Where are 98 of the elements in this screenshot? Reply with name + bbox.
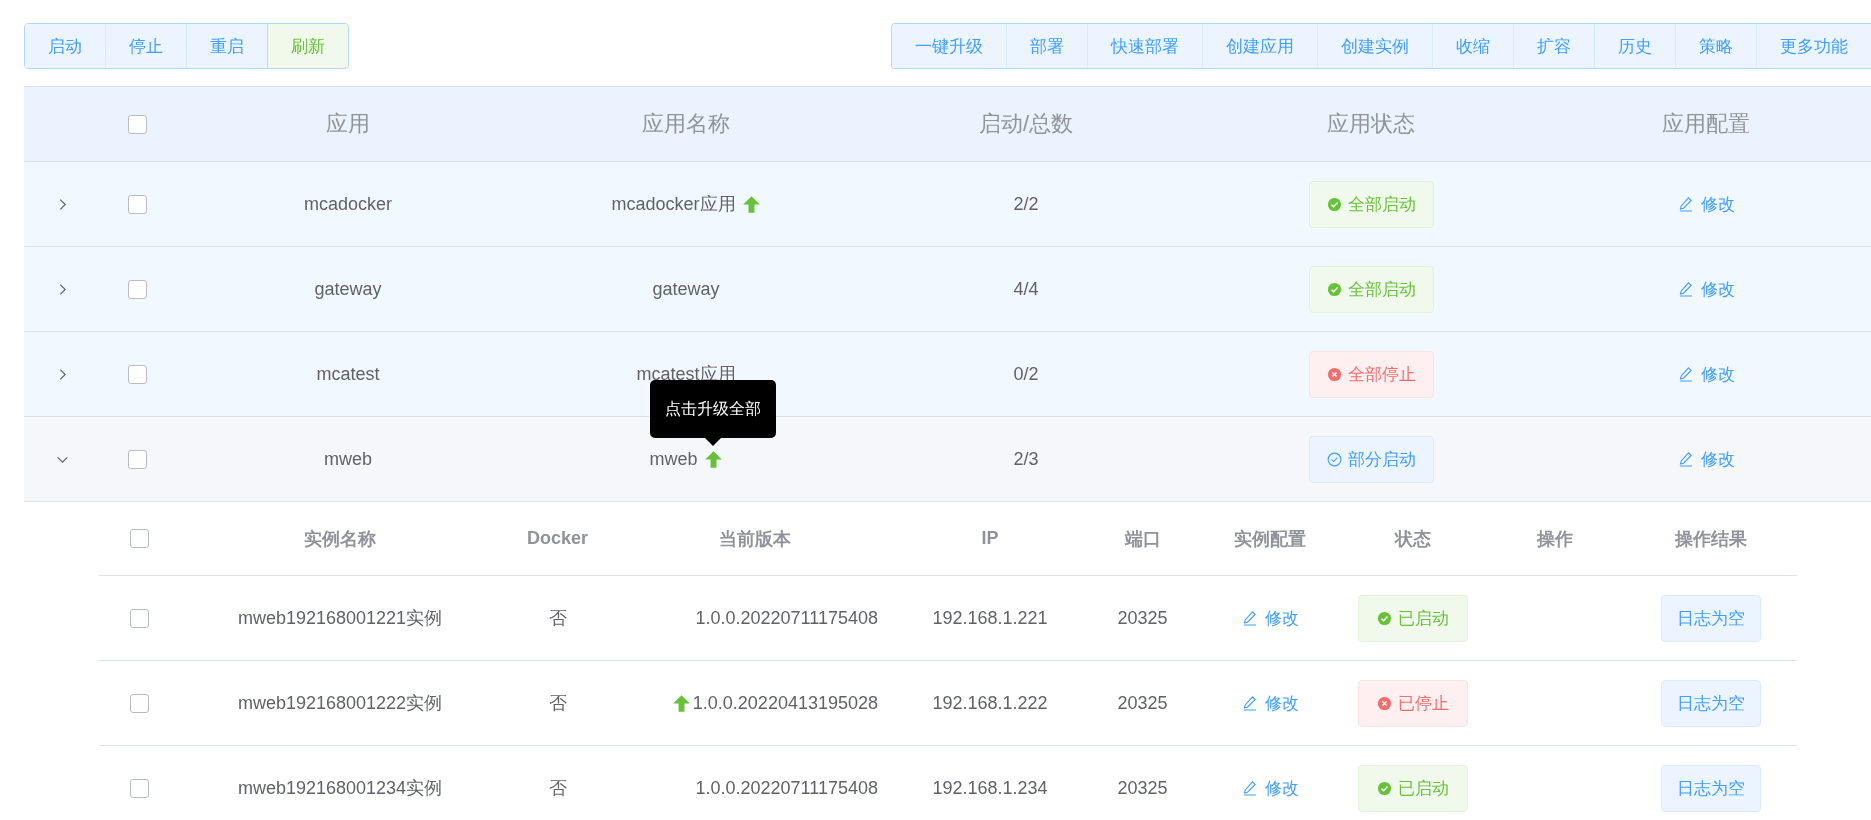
column-header: IP <box>981 528 999 549</box>
toolbar-button[interactable]: 历史 <box>1594 24 1675 68</box>
edit-link[interactable]: 修改 <box>1241 776 1299 800</box>
table-cell: gateway <box>652 278 720 300</box>
toolbar-button[interactable]: 策略 <box>1675 24 1756 68</box>
table-cell: 192.168.1.234 <box>932 777 1048 799</box>
edit-link[interactable]: 修改 <box>1677 192 1735 216</box>
pencil-icon <box>1241 780 1258 796</box>
toolbar-button[interactable]: 扩容 <box>1513 24 1594 68</box>
toolbar-button[interactable]: 重启 <box>186 24 267 68</box>
row-checkbox[interactable] <box>128 449 147 469</box>
table-cell-text: 否 <box>548 692 567 715</box>
table-cell-text: 否 <box>548 607 567 630</box>
log-button[interactable]: 日志为空 <box>1661 679 1761 727</box>
pencil-icon <box>1677 281 1694 297</box>
table-cell: 20325 <box>1117 777 1168 799</box>
toolbar-button[interactable]: 停止 <box>105 24 186 68</box>
toolbar-button[interactable]: 启动 <box>25 24 105 68</box>
table-cell-text: mcadocker应用 <box>611 193 736 216</box>
table-cell: mcadocker <box>304 193 392 215</box>
column-header: 操作结果 <box>1675 527 1747 551</box>
row-checkbox[interactable] <box>130 608 149 628</box>
edit-link[interactable]: 修改 <box>1241 606 1299 630</box>
row-checkbox[interactable] <box>128 194 147 214</box>
pencil-icon <box>1241 610 1258 626</box>
table-cell: 4/4 <box>1013 278 1039 300</box>
table-cell: 0/2 <box>1013 363 1039 385</box>
edit-link[interactable]: 修改 <box>1241 691 1299 715</box>
check-circle-icon <box>1326 451 1342 467</box>
table-cell-text: mweb192168001234实例 <box>237 777 443 800</box>
toolbar-button[interactable]: 创建实例 <box>1317 24 1432 68</box>
check-circle-icon <box>1376 780 1392 796</box>
toolbar-button[interactable]: 刷新 <box>267 24 348 68</box>
table-cell: 192.168.1.222 <box>932 692 1048 714</box>
row-checkbox[interactable] <box>128 364 147 384</box>
table-cell: mweb <box>324 448 372 470</box>
table-cell: 20325 <box>1117 607 1168 629</box>
table-cell: 2/2 <box>1013 193 1039 215</box>
toolbar-button[interactable]: 收缩 <box>1432 24 1513 68</box>
column-header: 启动/总数 <box>978 110 1074 138</box>
status-tag: 部分启动 <box>1308 435 1434 483</box>
upgrade-arrow-icon[interactable] <box>703 449 723 469</box>
toolbar-button[interactable]: 更多功能 <box>1756 24 1871 68</box>
toolbar-button[interactable]: 部署 <box>1006 24 1087 68</box>
edit-link[interactable]: 修改 <box>1677 277 1735 301</box>
status-tag: 全部启动 <box>1308 265 1434 313</box>
column-header: 应用状态 <box>1327 110 1415 138</box>
column-header: 应用名称 <box>642 110 730 138</box>
column-header: 应用配置 <box>1662 110 1750 138</box>
toolbar-button[interactable]: 一键升级 <box>892 24 1006 68</box>
check-circle-icon <box>1326 196 1342 212</box>
select-all-checkbox[interactable] <box>130 529 149 548</box>
table-cell: 1.0.0.20220711175408 <box>695 607 878 629</box>
column-header: 实例配置 <box>1234 527 1306 551</box>
table-cell-text: mweb192168001222实例 <box>237 692 443 715</box>
pencil-icon <box>1241 695 1258 711</box>
upgrade-arrow-icon[interactable] <box>741 194 761 214</box>
status-tag: 已启动 <box>1357 594 1468 642</box>
log-button[interactable]: 日志为空 <box>1661 764 1761 812</box>
column-header: 应用 <box>326 110 370 138</box>
check-circle-icon <box>1376 610 1392 626</box>
row-checkbox[interactable] <box>128 279 147 299</box>
table-cell: 2/3 <box>1013 448 1039 470</box>
table-cell: mweb <box>649 448 698 470</box>
row-checkbox[interactable] <box>130 778 149 798</box>
upgrade-arrow-icon[interactable] <box>671 693 691 713</box>
row-checkbox[interactable] <box>130 693 149 713</box>
check-circle-icon <box>1326 281 1342 297</box>
status-tag: 已停止 <box>1357 679 1468 727</box>
edit-link[interactable]: 修改 <box>1677 362 1735 386</box>
table-cell: mcatest <box>316 363 380 385</box>
column-header: 当前版本 <box>719 527 791 551</box>
pencil-icon <box>1677 366 1694 382</box>
x-circle-icon <box>1326 366 1342 382</box>
select-all-checkbox[interactable] <box>128 114 147 134</box>
x-circle-icon <box>1376 695 1392 711</box>
pencil-icon <box>1677 196 1694 212</box>
table-cell: gateway <box>314 278 382 300</box>
column-header: 端口 <box>1124 527 1161 551</box>
column-header: 状态 <box>1394 527 1431 551</box>
column-header: 操作 <box>1537 527 1573 551</box>
edit-link[interactable]: 修改 <box>1677 447 1735 471</box>
column-header: Docker <box>527 528 588 549</box>
table-cell: 1.0.0.20220711175408 <box>695 777 878 799</box>
table-cell: 192.168.1.221 <box>932 607 1048 629</box>
table-cell-text: 否 <box>548 777 567 800</box>
column-header: 实例名称 <box>304 527 376 551</box>
toolbar-button[interactable]: 快速部署 <box>1087 24 1202 68</box>
tooltip: 点击升级全部 <box>650 380 776 446</box>
table-cell-text: mweb192168001221实例 <box>237 607 443 630</box>
table-cell: 20325 <box>1117 692 1168 714</box>
table-cell: 1.0.0.20220413195028 <box>692 692 878 714</box>
log-button[interactable]: 日志为空 <box>1661 594 1761 642</box>
status-tag: 已启动 <box>1357 764 1468 812</box>
pencil-icon <box>1677 451 1694 467</box>
toolbar-button[interactable]: 创建应用 <box>1202 24 1317 68</box>
status-tag: 全部停止 <box>1308 350 1434 398</box>
status-tag: 全部启动 <box>1308 180 1434 228</box>
